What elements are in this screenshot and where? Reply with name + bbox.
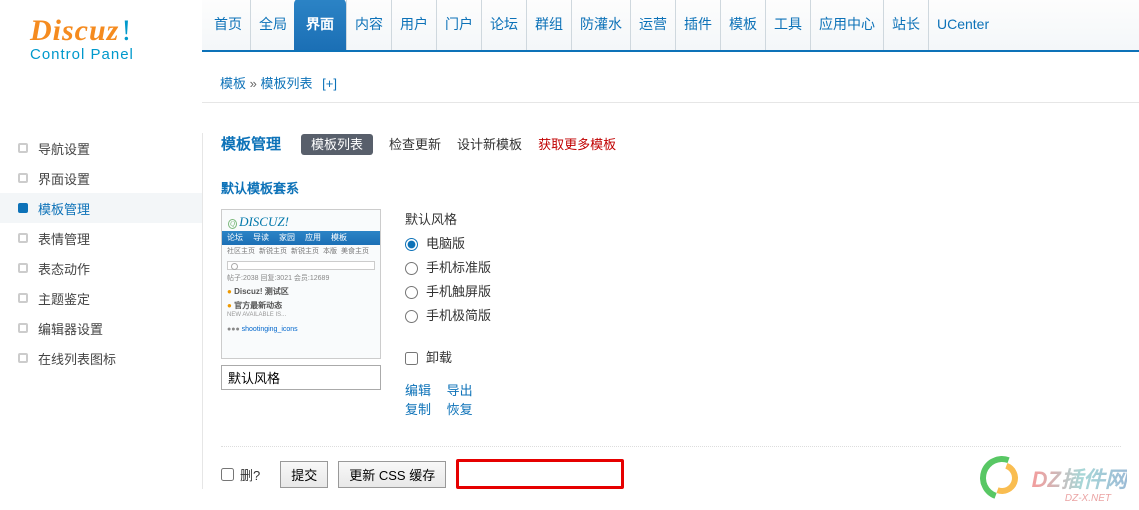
breadcrumb: 模板 » 模板列表 [+] — [202, 63, 1139, 103]
style-radio-手机标准版[interactable] — [405, 262, 418, 275]
style-radio-手机触屏版[interactable] — [405, 286, 418, 299]
tab-获取更多模板[interactable]: 获取更多模板 — [538, 137, 616, 152]
sidebar-item-界面设置[interactable]: 界面设置 — [18, 163, 202, 193]
sidebar-item-表态动作[interactable]: 表态动作 — [18, 253, 202, 283]
options-title: 默认风格 — [405, 209, 491, 228]
bullet-icon — [18, 143, 28, 153]
sidebar-item-表情管理[interactable]: 表情管理 — [18, 223, 202, 253]
section-title: 默认模板套系 — [221, 178, 1121, 197]
edit-link[interactable]: 编辑 — [405, 383, 431, 398]
sidebar-item-在线列表图标[interactable]: 在线列表图标 — [18, 343, 202, 373]
sidebar-item-模板管理[interactable]: 模板管理 — [0, 193, 202, 223]
template-name-input[interactable] — [221, 365, 381, 390]
uninstall-checkbox[interactable] — [405, 352, 418, 365]
bullet-icon — [18, 263, 28, 273]
topnav-站长[interactable]: 站长 — [883, 0, 928, 50]
watermark-icon — [980, 456, 1024, 500]
bullet-icon — [18, 293, 28, 303]
tab-检查更新[interactable]: 检查更新 — [389, 137, 441, 152]
crumb-plus[interactable]: [+] — [322, 76, 337, 91]
top-nav: 首页全局界面内容用户门户论坛群组防灌水运营插件模板工具应用中心站长UCenter — [202, 0, 1139, 52]
delete-label: 删? — [240, 465, 260, 484]
style-label: 手机极简版 — [426, 306, 491, 326]
sidebar: 导航设置界面设置模板管理表情管理表态动作主题鉴定编辑器设置在线列表图标 — [0, 133, 202, 489]
style-label: 手机标准版 — [426, 258, 491, 278]
topnav-模板[interactable]: 模板 — [720, 0, 765, 50]
topnav-论坛[interactable]: 论坛 — [481, 0, 526, 50]
bullet-icon — [18, 353, 28, 363]
export-link[interactable]: 导出 — [447, 383, 473, 398]
tabs: 模板管理 模板列表 检查更新 设计新模板 获取更多模板 — [221, 133, 1121, 154]
uninstall-label: 卸载 — [426, 348, 452, 368]
bullet-icon — [18, 203, 28, 213]
topnav-首页[interactable]: 首页 — [202, 0, 250, 50]
crumb-root[interactable]: 模板 — [220, 76, 246, 91]
template-thumbnail: QDISCUZ! 论坛导读家园应用模板 社区主页新锐主页新锐主页本版美食主页 帖… — [221, 209, 381, 359]
topnav-内容[interactable]: 内容 — [346, 0, 391, 50]
submit-button[interactable]: 提交 — [280, 461, 328, 488]
topnav-界面[interactable]: 界面 — [294, 0, 346, 50]
watermark-sub: DZ-X.NET — [1065, 493, 1111, 504]
tabs-heading: 模板管理 — [221, 133, 281, 154]
copy-link[interactable]: 复制 — [405, 402, 431, 417]
topnav-防灌水[interactable]: 防灌水 — [571, 0, 630, 50]
topnav-用户[interactable]: 用户 — [391, 0, 436, 50]
tab-设计新模板[interactable]: 设计新模板 — [457, 137, 522, 152]
restore-link[interactable]: 恢复 — [447, 402, 473, 417]
topnav-门户[interactable]: 门户 — [436, 0, 481, 50]
sidebar-item-编辑器设置[interactable]: 编辑器设置 — [18, 313, 202, 343]
topnav-工具[interactable]: 工具 — [765, 0, 810, 50]
topnav-全局[interactable]: 全局 — [250, 0, 295, 50]
topnav-应用中心[interactable]: 应用中心 — [810, 0, 883, 50]
style-radio-手机极简版[interactable] — [405, 310, 418, 323]
highlight-box — [456, 459, 624, 489]
topnav-运营[interactable]: 运营 — [630, 0, 675, 50]
delete-checkbox[interactable] — [221, 468, 234, 481]
update-css-button[interactable]: 更新 CSS 缓存 — [338, 461, 446, 488]
bullet-icon — [18, 323, 28, 333]
bullet-icon — [18, 233, 28, 243]
crumb-page[interactable]: 模板列表 — [261, 76, 313, 91]
logo: Discuz! Control Panel — [0, 0, 202, 63]
style-label: 手机触屏版 — [426, 282, 491, 302]
sidebar-item-导航设置[interactable]: 导航设置 — [18, 133, 202, 163]
style-label: 电脑版 — [426, 234, 465, 254]
sidebar-item-主题鉴定[interactable]: 主题鉴定 — [18, 283, 202, 313]
topnav-UCenter[interactable]: UCenter — [928, 0, 997, 50]
topnav-插件[interactable]: 插件 — [675, 0, 720, 50]
bullet-icon — [18, 173, 28, 183]
topnav-群组[interactable]: 群组 — [526, 0, 571, 50]
tab-模板列表[interactable]: 模板列表 — [301, 134, 373, 155]
style-radio-电脑版[interactable] — [405, 238, 418, 251]
